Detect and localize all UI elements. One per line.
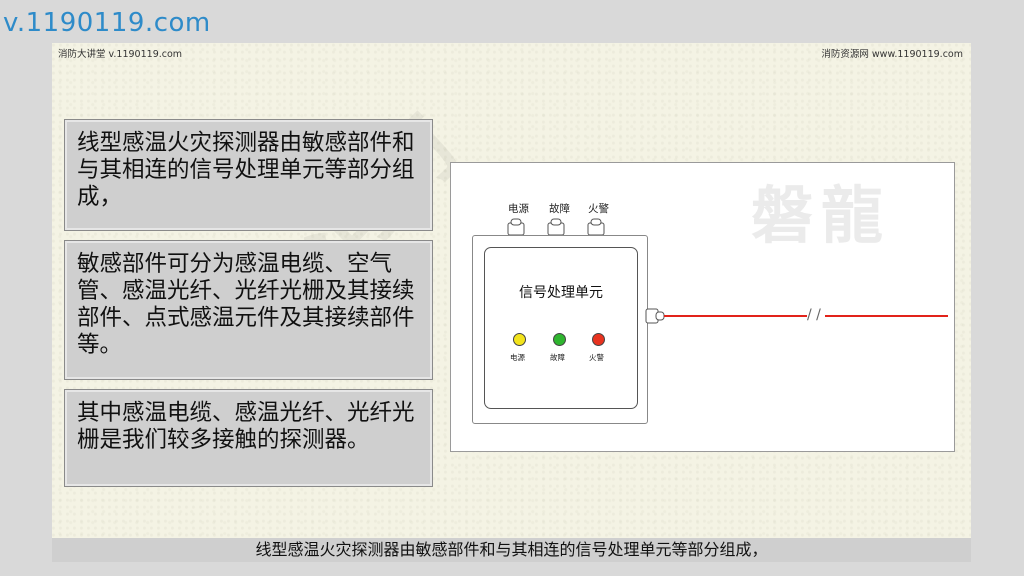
subtitle-bar: 线型感温火灾探测器由敏感部件和与其相连的信号处理单元等部分组成， <box>52 538 971 562</box>
header-right-text: 消防资源网 www.1190119.com <box>821 49 963 60</box>
cable-break-mark-icon: / / <box>807 307 821 323</box>
led-label-alarm: 火警 <box>589 353 604 362</box>
site-watermark: v.1190119.com <box>3 8 211 38</box>
text-box-1: 线型感温火灾探测器由敏感部件和与其相连的信号处理单元等部分组成， <box>64 119 433 231</box>
unit-title: 信号处理单元 <box>519 285 603 301</box>
detector-diagram: 磐龍 电源 故障 火警 信号处理单元 电源 故障 火警 / / <box>450 162 955 452</box>
header-left-text: 消防大讲堂 v.1190119.com <box>58 49 183 60</box>
slide: 消防 消防大讲堂 v.1190119.com 消防资源网 www.1190119… <box>52 43 971 538</box>
signal-processing-unit-box: 信号处理单元 电源 故障 火警 <box>472 235 648 424</box>
diagram-watermark: 磐龍 <box>751 179 892 252</box>
text-box-2: 敏感部件可分为感温电缆、空气管、感温光纤、光纤光栅及其接续部件、点式感温元件及其… <box>64 240 433 380</box>
top-connectors-icon <box>507 218 605 236</box>
led-label-power: 电源 <box>510 353 525 362</box>
alarm-led-icon <box>592 333 605 346</box>
top-label-alarm: 火警 <box>588 203 609 215</box>
top-label-fault: 故障 <box>549 203 570 215</box>
power-led-icon <box>513 333 526 346</box>
led-label-fault: 故障 <box>550 353 565 362</box>
top-label-power: 电源 <box>508 203 529 215</box>
unit-panel: 信号处理单元 电源 故障 火警 <box>484 247 638 409</box>
fault-led-icon <box>553 333 566 346</box>
sensing-cable <box>664 315 948 317</box>
text-box-3: 其中感温电缆、感温光纤、光纤光栅是我们较多接触的探测器。 <box>64 389 433 487</box>
